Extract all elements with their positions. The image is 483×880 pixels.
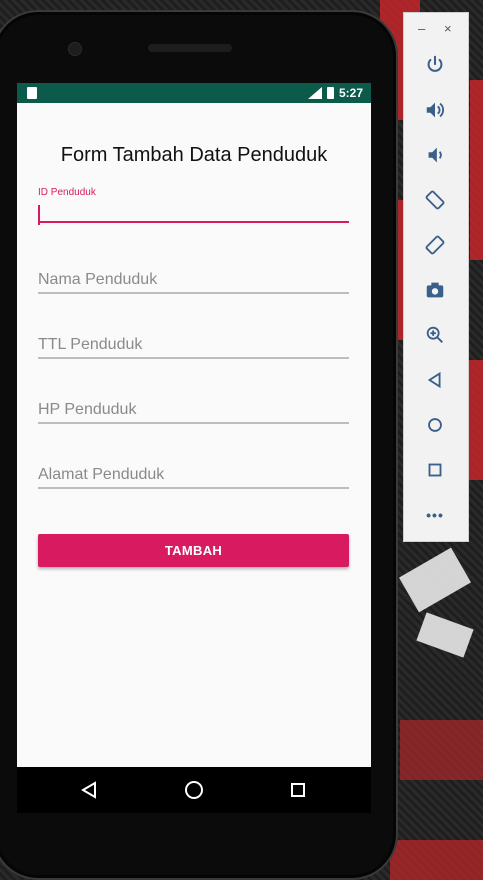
hp-penduduk-field[interactable]: HP Penduduk bbox=[38, 398, 349, 424]
minimize-button[interactable]: – bbox=[418, 21, 425, 36]
overview-icon[interactable] bbox=[422, 457, 448, 483]
background-red-shape bbox=[390, 840, 483, 880]
page-title: Form Tambah Data Penduduk bbox=[60, 144, 328, 166]
background-white-shape bbox=[399, 547, 471, 613]
volume-down-icon[interactable] bbox=[422, 142, 448, 168]
nama-penduduk-underline bbox=[38, 292, 349, 294]
camera-icon[interactable] bbox=[422, 277, 448, 303]
rotate-left-icon[interactable] bbox=[422, 187, 448, 213]
more-icon[interactable]: ••• bbox=[422, 502, 448, 528]
home-icon[interactable] bbox=[422, 412, 448, 438]
background-red-shape bbox=[400, 720, 483, 780]
volume-up-icon[interactable] bbox=[422, 97, 448, 123]
zoom-icon[interactable] bbox=[422, 322, 448, 348]
front-camera bbox=[68, 42, 82, 56]
close-button[interactable]: × bbox=[444, 21, 452, 36]
power-icon[interactable] bbox=[422, 52, 448, 78]
background-red-shape bbox=[470, 80, 483, 260]
home-icon[interactable] bbox=[183, 779, 205, 801]
alamat-penduduk-underline bbox=[38, 487, 349, 489]
ttl-penduduk-input[interactable]: TTL Penduduk bbox=[38, 333, 349, 357]
id-penduduk-underline bbox=[38, 221, 349, 223]
hp-penduduk-underline bbox=[38, 422, 349, 424]
status-bar: 5:27 bbox=[17, 83, 371, 103]
ttl-penduduk-underline bbox=[38, 357, 349, 359]
ttl-penduduk-field[interactable]: TTL Penduduk bbox=[38, 333, 349, 359]
back-icon[interactable] bbox=[422, 367, 448, 393]
rotate-right-icon[interactable] bbox=[422, 232, 448, 258]
nama-penduduk-input[interactable]: Nama Penduduk bbox=[38, 268, 349, 292]
android-nav-bar bbox=[17, 767, 371, 813]
id-penduduk-field[interactable]: ID Penduduk bbox=[38, 187, 349, 225]
background-white-shape bbox=[416, 612, 474, 658]
overview-icon[interactable] bbox=[287, 779, 309, 801]
signal-icon bbox=[307, 87, 322, 99]
sd-card-icon bbox=[27, 87, 37, 99]
alamat-penduduk-field[interactable]: Alamat Penduduk bbox=[38, 463, 349, 489]
text-caret bbox=[38, 205, 40, 225]
hp-penduduk-input[interactable]: HP Penduduk bbox=[38, 398, 349, 422]
alamat-penduduk-input[interactable]: Alamat Penduduk bbox=[38, 463, 349, 487]
nama-penduduk-field[interactable]: Nama Penduduk bbox=[38, 268, 349, 294]
tambah-button[interactable]: TAMBAH bbox=[38, 534, 349, 567]
battery-icon bbox=[326, 87, 334, 99]
id-penduduk-input[interactable] bbox=[38, 199, 349, 221]
app-screen: 5:27 Form Tambah Data Penduduk ID Pendud… bbox=[17, 83, 371, 767]
id-penduduk-label: ID Penduduk bbox=[38, 187, 96, 198]
back-icon[interactable] bbox=[78, 779, 100, 801]
emulator-toolbar: – × ••• bbox=[403, 12, 469, 542]
status-time: 5:27 bbox=[338, 86, 363, 100]
earpiece-speaker bbox=[148, 44, 232, 52]
